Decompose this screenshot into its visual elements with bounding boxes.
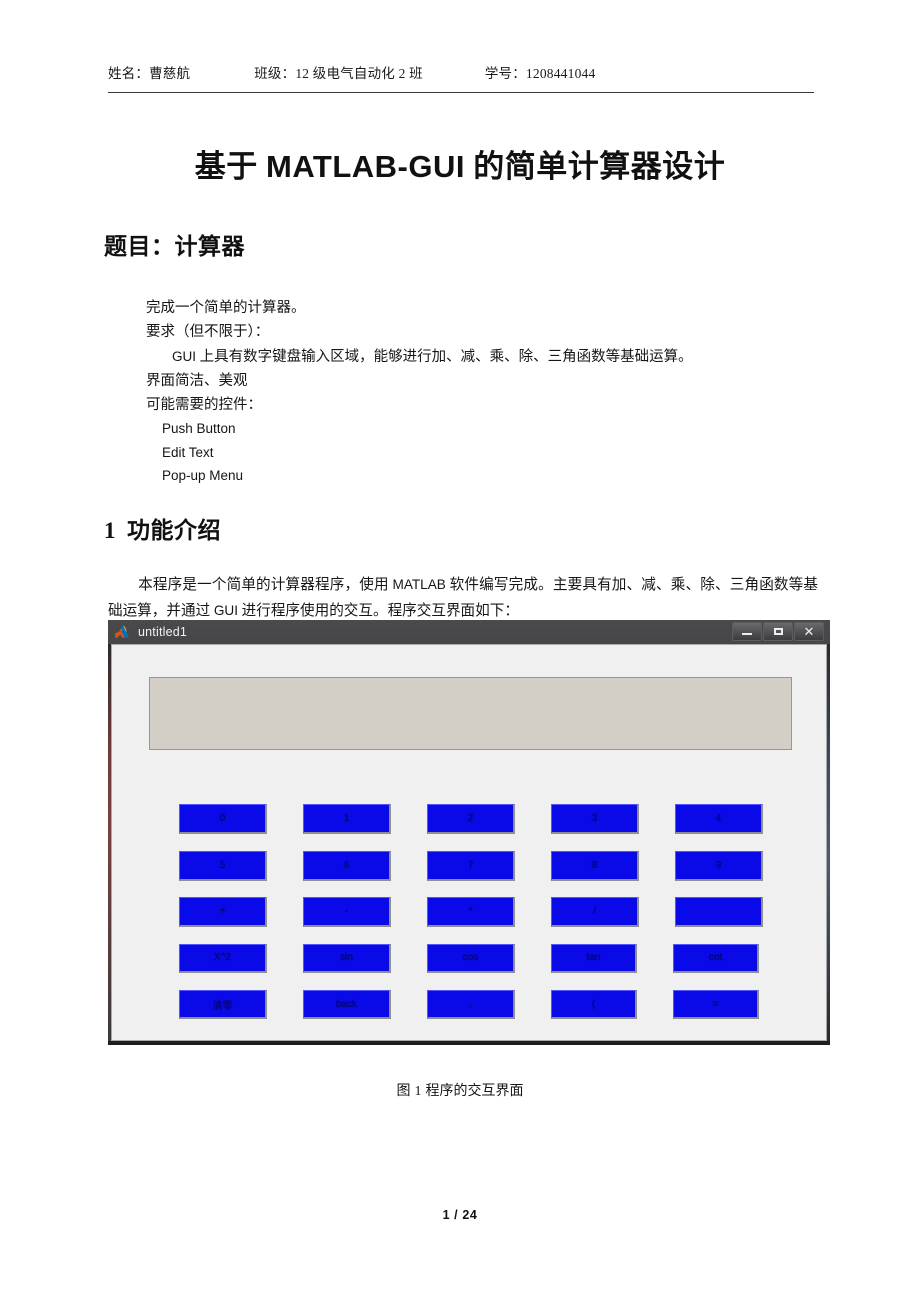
window-title-text: untitled1	[138, 625, 188, 639]
requirement-line-3: GUI 上具有数字键盘输入区域，能够进行加、减、乘、除、三角函数等基础运算。	[146, 345, 836, 369]
keypad-row: 5 6 7 8 9	[179, 850, 774, 898]
student-class-label: 班级：	[254, 66, 296, 81]
page-title-latin: MATLAB-GUI	[266, 149, 465, 184]
figure-caption: 图 1 程序的交互界面	[0, 1080, 920, 1100]
page-footer: 1 / 24	[442, 1208, 478, 1222]
requirement-line-1: 完成一个简单的计算器。	[146, 300, 306, 316]
subject-heading: 题目：计算器	[104, 234, 245, 259]
paragraph-part-d: GUI	[213, 603, 238, 618]
key-equals[interactable]: =	[673, 990, 759, 1019]
keypad-row: + - * /	[179, 897, 774, 944]
section-1-paragraph: 本程序是一个简单的计算器程序，使用 MATLAB 软件编写完成。主要具有加、减、…	[108, 572, 818, 624]
key-tan[interactable]: tan	[551, 943, 637, 973]
window-controls: ✕	[732, 622, 824, 641]
requirement-line-2: 要求（但不限于）：	[146, 324, 270, 341]
figure-edge-right	[827, 644, 830, 1041]
close-button[interactable]: ✕	[794, 622, 824, 641]
section-1-title: 功能介绍	[127, 518, 221, 543]
requirement-line-5: 可能需要的控件：	[146, 397, 262, 414]
close-icon: ✕	[803, 624, 815, 639]
key-cot[interactable]: cot	[673, 943, 759, 973]
key-8[interactable]: 8	[551, 850, 639, 881]
key-0[interactable]: 0	[179, 804, 267, 834]
key-blank[interactable]	[675, 897, 763, 927]
control-item-popup-menu: Pop-up Menu	[162, 468, 244, 484]
keypad-row: 0 1 2 3 4	[179, 804, 774, 851]
student-name-field: 姓名：曹慈航	[108, 62, 190, 82]
key-6[interactable]: 6	[303, 850, 391, 881]
key-clear[interactable]: 清零	[179, 990, 267, 1019]
maximize-button[interactable]	[763, 622, 793, 641]
key-backspace[interactable]: back	[303, 990, 391, 1019]
key-4[interactable]: 4	[675, 804, 763, 834]
key-paren[interactable]: (	[551, 990, 637, 1019]
figure-caption-label: 图	[396, 1084, 411, 1099]
section-1-heading: 1 功能介绍	[104, 511, 221, 545]
header-divider	[108, 92, 814, 93]
matlab-gui-figure: untitled1 ✕ 0 1 2 3 4 5 6 7 8 9 + - * / …	[108, 620, 830, 1045]
minimize-button[interactable]	[732, 622, 762, 641]
keypad-row: X^2 sin cos tan cot	[179, 943, 774, 991]
calculator-display[interactable]	[149, 677, 792, 750]
control-item-edit-text: Edit Text	[162, 444, 214, 460]
minimize-icon	[742, 633, 752, 635]
student-id-label: 学号：	[484, 66, 526, 81]
key-7[interactable]: 7	[427, 850, 515, 881]
page-title: 基于 MATLAB-GUI 的简单计算器设计	[0, 141, 920, 186]
keypad-row: 清零 back . ( =	[179, 990, 774, 1037]
calculator-window-body: 0 1 2 3 4 5 6 7 8 9 + - * / X^2 sin cos …	[111, 644, 827, 1041]
calculator-keypad: 0 1 2 3 4 5 6 7 8 9 + - * / X^2 sin cos …	[179, 804, 774, 1037]
key-cos[interactable]: cos	[427, 943, 515, 973]
student-name-label: 姓名：	[108, 66, 150, 81]
key-3[interactable]: 3	[551, 804, 639, 834]
paragraph-part-a: 本程序是一个简单的计算器程序，使用	[138, 577, 393, 593]
requirement-line-3-rest: 上具有数字键盘输入区域，能够进行加、减、乘、除、三角函数等基础运算。	[196, 348, 693, 365]
requirement-line-4: 界面简洁、美观	[146, 372, 248, 389]
key-decimal-point[interactable]: .	[427, 990, 515, 1019]
student-name-value: 曹慈航	[149, 66, 191, 81]
document-header: 姓名：曹慈航 班级：12 级电气自动化 2 班 学号：1208441044	[108, 62, 814, 82]
key-5[interactable]: 5	[179, 850, 267, 881]
figure-caption-number: 1	[414, 1084, 422, 1099]
document-page: 姓名：曹慈航 班级：12 级电气自动化 2 班 学号：1208441044 基于…	[0, 0, 920, 1302]
key-square[interactable]: X^2	[179, 943, 267, 973]
requirement-line-3-latin: GUI	[172, 348, 197, 364]
student-id-field: 学号：1208441044	[485, 62, 596, 82]
requirements-block: 完成一个简单的计算器。 要求（但不限于）： GUI 上具有数字键盘输入区域，能够…	[146, 296, 836, 488]
key-sin[interactable]: sin	[303, 943, 391, 973]
key-minus[interactable]: -	[303, 897, 391, 927]
key-2[interactable]: 2	[427, 804, 515, 834]
key-plus[interactable]: +	[179, 897, 267, 927]
key-1[interactable]: 1	[303, 804, 391, 834]
student-id-value: 1208441044	[525, 66, 596, 81]
student-class-field: 班级：12 级电气自动化 2 班	[254, 62, 423, 82]
key-9[interactable]: 9	[675, 850, 763, 881]
page-title-suffix: 的简单计算器设计	[465, 149, 726, 184]
matlab-icon	[114, 624, 130, 640]
key-divide[interactable]: /	[551, 897, 639, 927]
figure-edge-bottom	[108, 1041, 830, 1045]
figure-caption-text: 程序的交互界面	[425, 1084, 524, 1099]
page-title-prefix: 基于	[194, 149, 266, 184]
maximize-icon	[773, 628, 783, 635]
paragraph-part-b: MATLAB	[392, 577, 446, 592]
section-1-number: 1	[104, 518, 116, 543]
control-item-push-button: Push Button	[162, 421, 236, 437]
key-multiply[interactable]: *	[427, 897, 515, 927]
window-titlebar: untitled1 ✕	[108, 620, 830, 644]
student-class-value: 12 级电气自动化 2 班	[295, 66, 423, 81]
paragraph-part-e: 进行程序使用的交互。程序交互界面如下：	[237, 603, 519, 619]
